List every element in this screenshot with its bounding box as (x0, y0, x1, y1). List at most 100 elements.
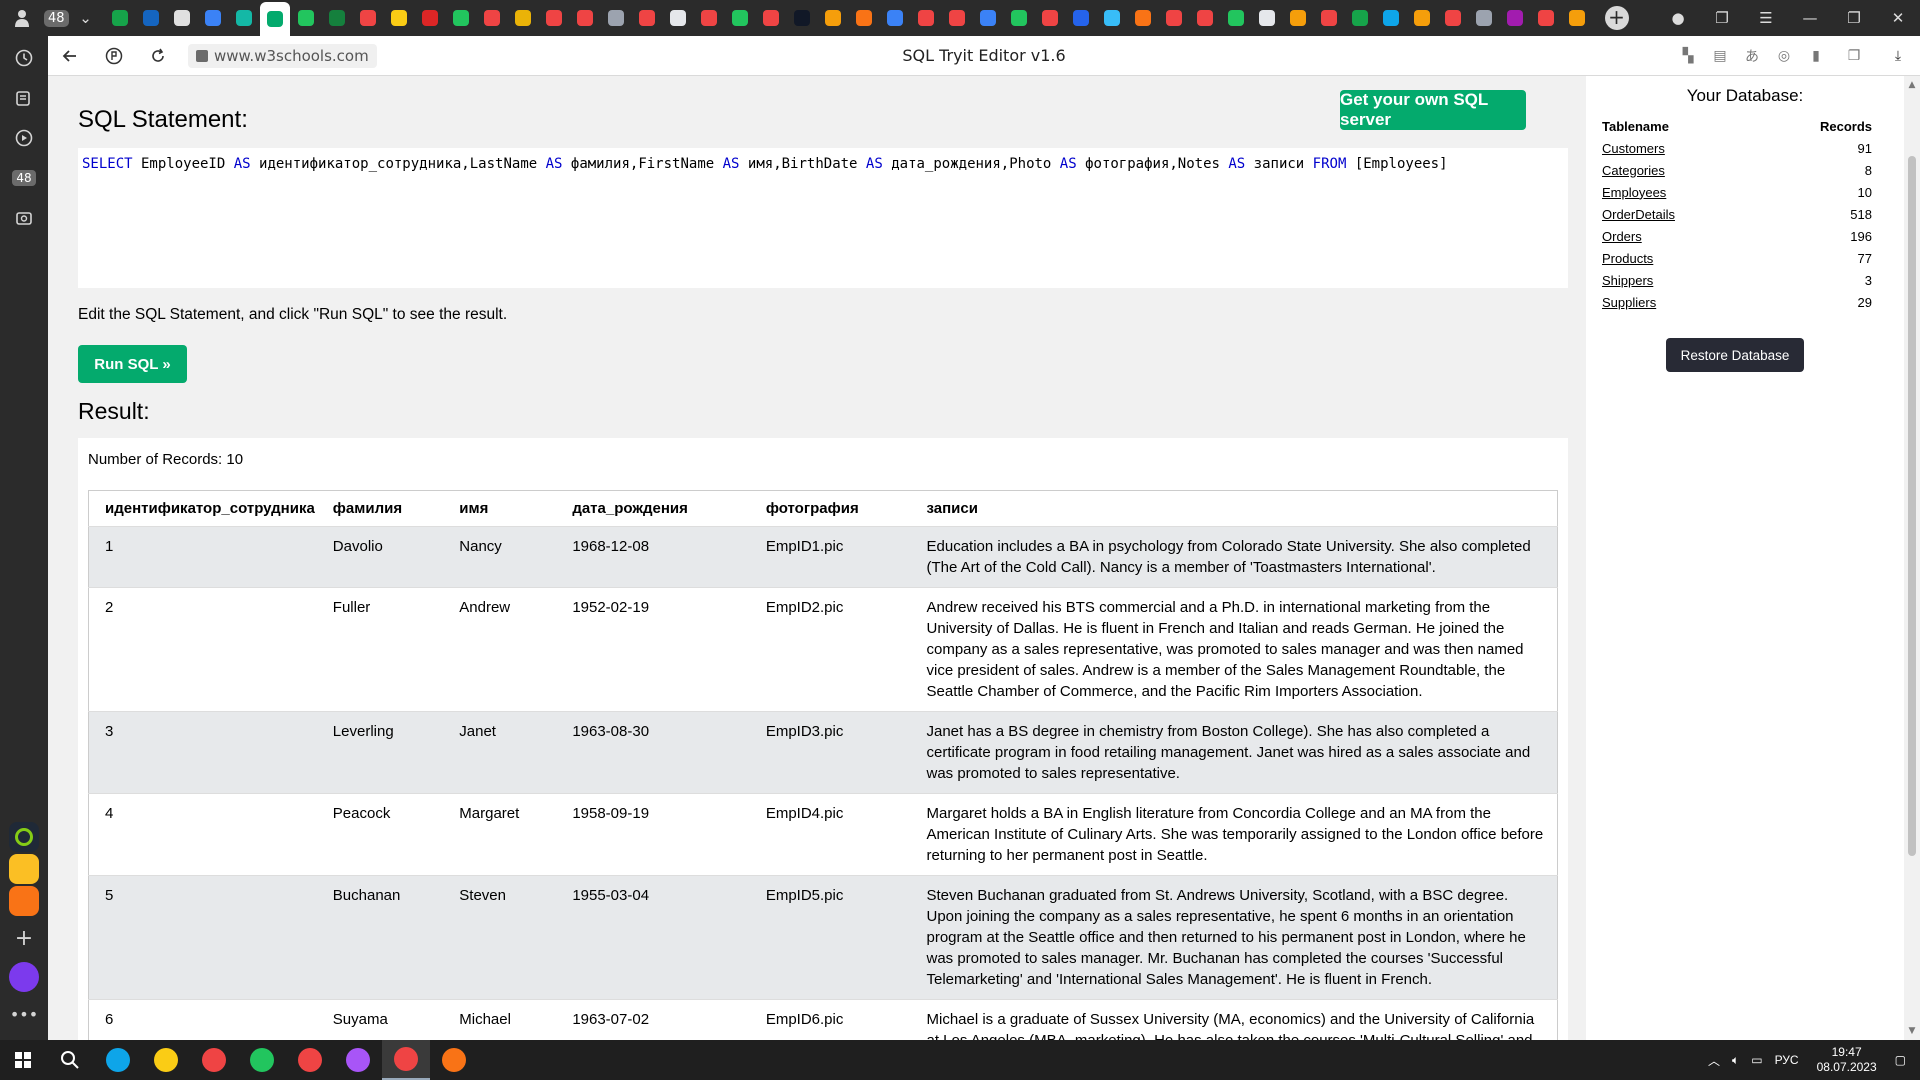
tab-active[interactable] (260, 2, 291, 36)
close-icon[interactable]: ✕ (1876, 0, 1920, 36)
tab[interactable] (322, 3, 352, 33)
tab[interactable] (229, 3, 259, 33)
tab[interactable] (1159, 3, 1189, 33)
tab[interactable] (508, 3, 538, 33)
screenshot-icon[interactable] (0, 198, 48, 238)
tab[interactable] (570, 3, 600, 33)
taskbar-app-yandex-browser[interactable] (382, 1040, 430, 1080)
tab[interactable] (756, 3, 786, 33)
tabs-dropdown-icon[interactable]: ⌄ (75, 0, 97, 36)
taskbar-app-yandex[interactable] (286, 1040, 334, 1080)
tab[interactable] (880, 3, 910, 33)
more-icon[interactable]: ••• (0, 994, 48, 1034)
tab-count-badge[interactable]: 48 (44, 9, 69, 27)
tab[interactable] (1500, 3, 1530, 33)
protect-icon[interactable] (92, 36, 136, 76)
taskbar-app-alice[interactable] (334, 1040, 382, 1080)
scrollbar-thumb[interactable] (1908, 156, 1916, 856)
tray-chevron-icon[interactable]: ︿ (1708, 1052, 1720, 1069)
clock[interactable]: 19:47 08.07.2023 (1817, 1045, 1877, 1075)
tabs-badge-icon[interactable]: 48 (0, 158, 48, 198)
search-icon[interactable] (46, 1040, 94, 1080)
reload-icon[interactable] (136, 36, 180, 76)
scroll-down-icon[interactable]: ▼ (1907, 1026, 1917, 1036)
tab[interactable] (1066, 3, 1096, 33)
tab[interactable] (198, 3, 228, 33)
database-table-link[interactable]: Products (1602, 251, 1653, 266)
tab[interactable] (1531, 3, 1561, 33)
page-scrollbar[interactable]: ▲ ▼ (1904, 76, 1920, 1040)
tab[interactable] (1469, 3, 1499, 33)
tab[interactable] (539, 3, 569, 33)
download-icon[interactable]: ⤓ (1876, 36, 1920, 76)
tab[interactable] (105, 3, 135, 33)
url-field[interactable]: www.w3schools.com (188, 43, 377, 68)
tab[interactable] (384, 3, 414, 33)
database-table-link[interactable]: Employees (1602, 185, 1666, 200)
database-table-link[interactable]: Shippers (1602, 273, 1653, 288)
tab[interactable] (353, 3, 383, 33)
tab[interactable] (601, 3, 631, 33)
minimize-icon[interactable]: — (1788, 0, 1832, 36)
tab[interactable] (787, 3, 817, 33)
volume-icon[interactable]: 🔈︎ (1732, 1053, 1739, 1068)
video-icon[interactable] (0, 118, 48, 158)
tab[interactable] (446, 3, 476, 33)
tab[interactable] (1314, 3, 1344, 33)
tab[interactable] (1438, 3, 1468, 33)
tab[interactable] (415, 3, 445, 33)
tab[interactable] (1345, 3, 1375, 33)
scroll-up-icon[interactable]: ▲ (1907, 80, 1917, 90)
get-sql-server-button[interactable]: Get your own SQL server (1340, 90, 1526, 130)
tab[interactable] (1407, 3, 1437, 33)
bookmarks-manager-icon[interactable]: ❐ (1700, 0, 1744, 36)
restore-icon[interactable]: ❐ (1832, 0, 1876, 36)
extension-icon[interactable]: ● (1656, 0, 1700, 36)
tab[interactable] (1190, 3, 1220, 33)
tab[interactable] (1128, 3, 1158, 33)
tab[interactable] (477, 3, 507, 33)
language-indicator[interactable]: РУС (1775, 1053, 1799, 1067)
sql-editor[interactable]: SELECT EmployeeID AS идентификатор_сотру… (78, 148, 1568, 288)
bookmark-icon[interactable]: ▮ (1800, 36, 1832, 76)
profile-icon[interactable] (0, 0, 44, 36)
back-icon[interactable] (48, 36, 92, 76)
tab[interactable] (167, 3, 197, 33)
tab[interactable] (1097, 3, 1127, 33)
tab[interactable] (725, 3, 755, 33)
alice-icon[interactable] (9, 962, 39, 992)
translate-icon[interactable]: あ (1736, 36, 1768, 76)
tab[interactable] (1035, 3, 1065, 33)
sidebar-app-orange[interactable] (9, 886, 39, 916)
database-table-link[interactable]: Categories (1602, 163, 1665, 178)
history-icon[interactable] (0, 38, 48, 78)
tab[interactable] (663, 3, 693, 33)
new-tab-button[interactable]: + (1604, 6, 1629, 30)
menu-icon[interactable]: ☰ (1744, 0, 1788, 36)
tab[interactable] (849, 3, 879, 33)
tab[interactable] (291, 3, 321, 33)
taskbar-app-firefox[interactable] (430, 1040, 478, 1080)
taskbar-app-chrome[interactable] (238, 1040, 286, 1080)
restore-database-button[interactable]: Restore Database (1666, 338, 1804, 372)
taskbar-app-edge[interactable] (94, 1040, 142, 1080)
network-icon[interactable]: ▭ (1751, 1053, 1762, 1067)
sidebar-app-market[interactable] (9, 854, 39, 884)
tab[interactable] (136, 3, 166, 33)
tab[interactable] (818, 3, 848, 33)
sidebar-app-green[interactable] (9, 822, 39, 852)
tab[interactable] (1252, 3, 1282, 33)
tab[interactable] (911, 3, 941, 33)
collections-icon[interactable] (0, 78, 48, 118)
tab[interactable] (694, 3, 724, 33)
tab[interactable] (1562, 3, 1592, 33)
tab[interactable] (942, 3, 972, 33)
downloads-badge-icon[interactable]: ◎ (1768, 36, 1800, 76)
database-table-link[interactable]: Orders (1602, 229, 1642, 244)
notifications-icon[interactable]: ▢ (1895, 1053, 1906, 1067)
extensions-icon[interactable]: ▚ (1672, 36, 1704, 76)
taskbar-app-explorer[interactable] (142, 1040, 190, 1080)
tab[interactable] (1221, 3, 1251, 33)
database-table-link[interactable]: OrderDetails (1602, 207, 1675, 222)
database-table-link[interactable]: Customers (1602, 141, 1665, 156)
